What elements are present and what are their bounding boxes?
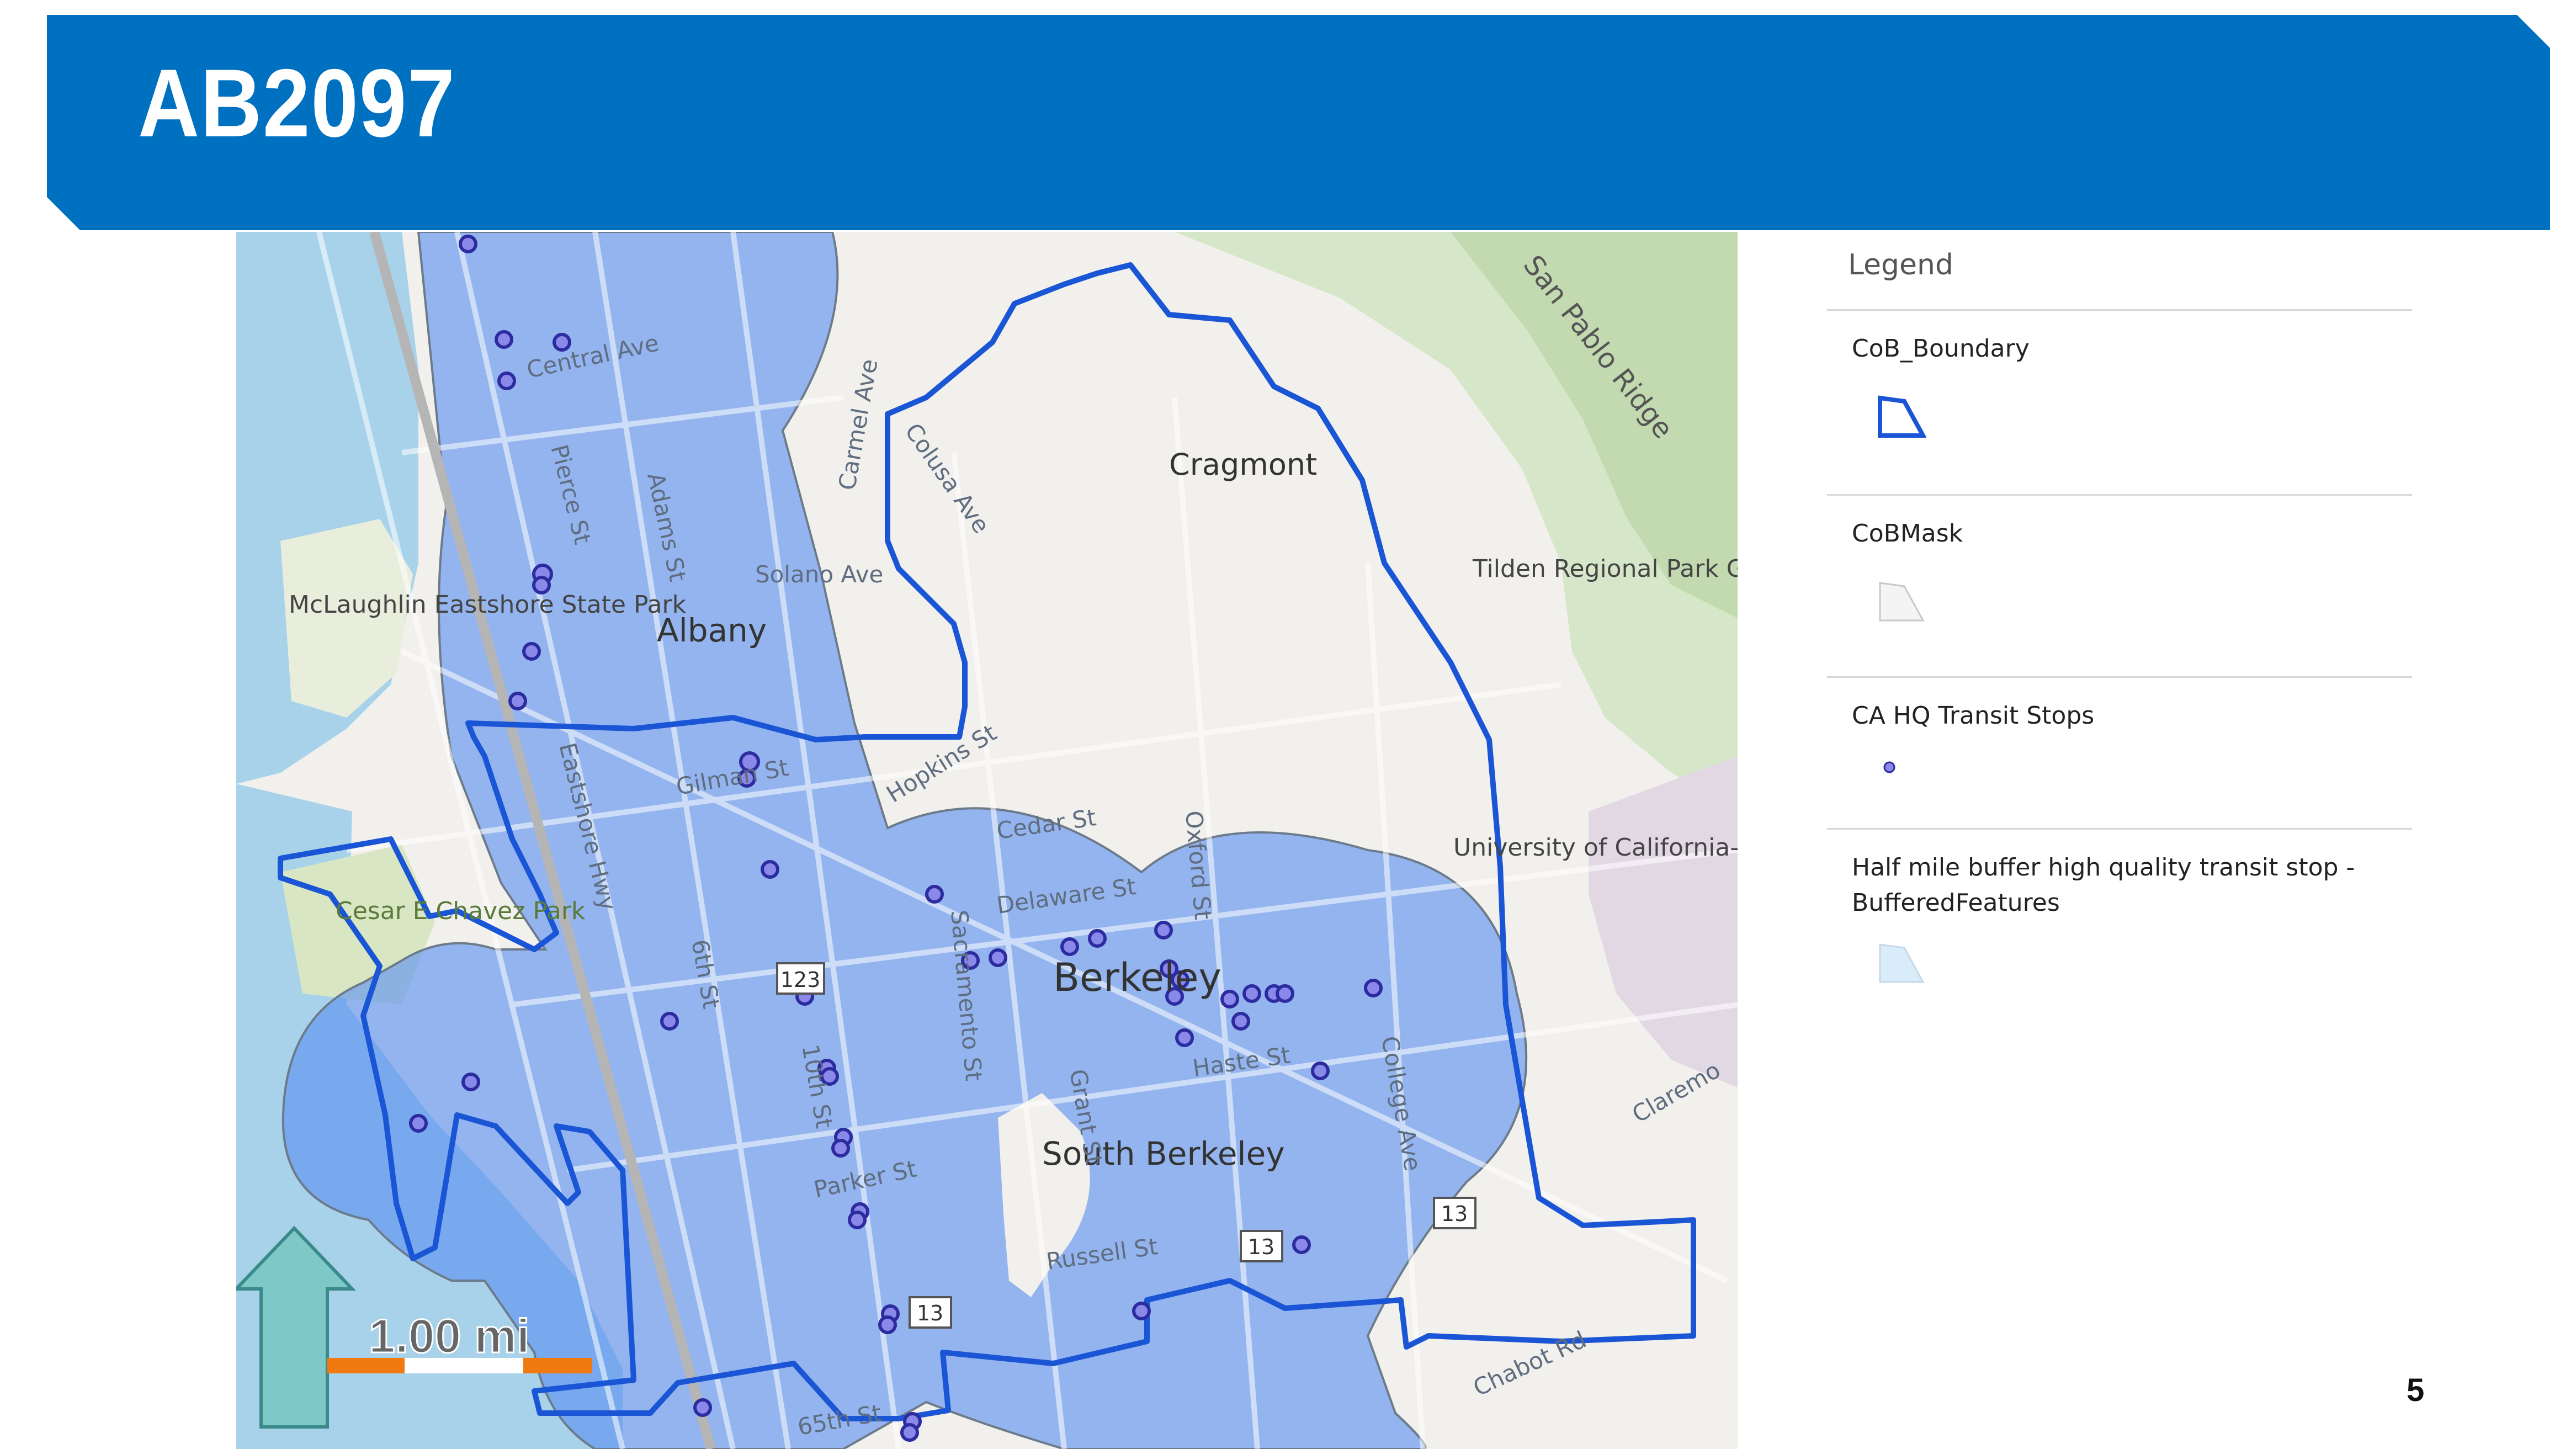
polygon-light-blue-icon	[1877, 941, 1926, 988]
legend-item-cob-boundary-label: CoB_Boundary	[1852, 335, 2030, 363]
point-icon	[1881, 759, 1898, 778]
route-shield-13-a: 13	[909, 1296, 952, 1329]
route-shield-13-label: 13	[1441, 1202, 1468, 1226]
label-solano-ave: Solano Ave	[755, 561, 883, 588]
legend-item-cobmask-label: CoBMask	[1852, 519, 1963, 548]
route-shield-13-label: 13	[917, 1301, 943, 1325]
legend-separator	[1827, 828, 2412, 830]
legend-item-buffer-label: Half mile buffer high quality transit st…	[1852, 853, 2355, 917]
label-mclaughlin: McLaughlin Eastshore State Park	[289, 591, 687, 619]
label-cesar-chavez: Cesar E Chavez Park	[336, 897, 586, 925]
route-shield-13-label: 13	[1248, 1235, 1274, 1259]
legend-separator	[1827, 309, 2412, 311]
route-shield-13-c: 13	[1433, 1197, 1476, 1229]
legend-separator	[1827, 494, 2412, 496]
label-uc-berkeley: University of California-Berkeley	[1453, 834, 1738, 862]
label-cragmont: Cragmont	[1169, 447, 1317, 482]
legend-separator	[1827, 676, 2412, 678]
legend-title: Legend	[1848, 248, 1954, 282]
route-shield-123: 123	[776, 962, 825, 995]
label-tilden: Tilden Regional Park Golf Course	[1472, 555, 1738, 583]
route-shield-123-label: 123	[780, 968, 821, 992]
slide-title: AB2097	[138, 50, 456, 157]
polygon-outline-icon	[1877, 395, 1927, 441]
map-legend: Legend CoB_Boundary CoBMask CA HQ Transi…	[1827, 232, 2412, 1005]
label-berkeley: Berkeley	[1053, 955, 1221, 1000]
page-number: 5	[2407, 1372, 2425, 1408]
polygon-gray-icon	[1877, 580, 1926, 626]
route-shield-13-b: 13	[1240, 1230, 1283, 1262]
map-view[interactable]: 123 13 13 13 Albany Berkeley South Berke…	[236, 232, 1738, 1449]
scale-bar-label: 1.00 mi	[369, 1310, 530, 1363]
legend-item-transit-stops-label: CA HQ Transit Stops	[1852, 702, 2095, 730]
